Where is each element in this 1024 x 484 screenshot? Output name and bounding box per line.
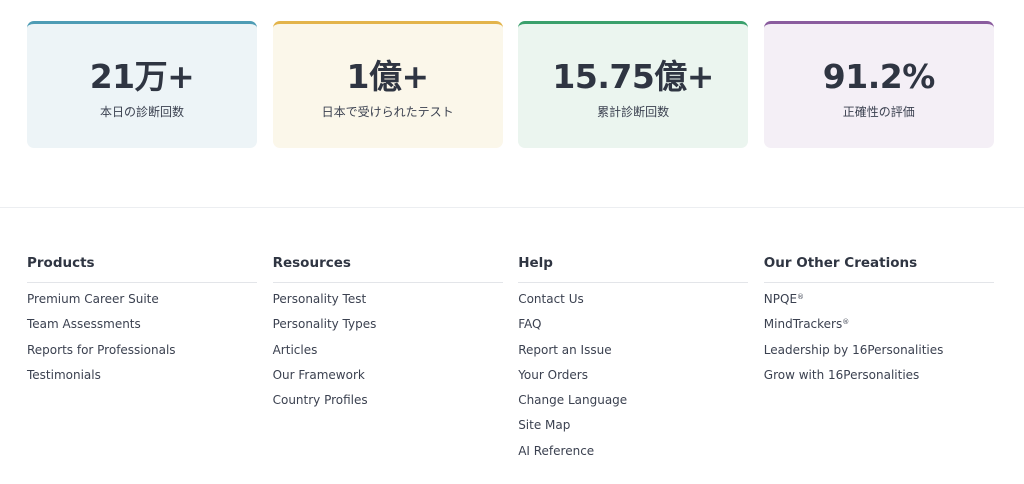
footer-link-reports-for-professionals[interactable]: Reports for Professionals	[27, 342, 257, 359]
footer-link-text[interactable]: Premium Career Suite	[27, 292, 159, 306]
footer-link-personality-test[interactable]: Personality Test	[273, 291, 503, 308]
footer-link-list: NPQE® MindTrackers® Leadership by 16Pers…	[764, 291, 994, 384]
footer-link-our-framework[interactable]: Our Framework	[273, 367, 503, 384]
footer-link-text[interactable]: FAQ	[518, 317, 541, 331]
footer-link-text[interactable]: Team Assessments	[27, 317, 141, 331]
footer-link-text[interactable]: MindTrackers	[764, 317, 842, 331]
stat-card-total-tests: 15.75億+ 累計診断回数	[518, 21, 749, 148]
footer-link-npqe[interactable]: NPQE®	[764, 291, 994, 308]
footer-link-your-orders[interactable]: Your Orders	[518, 367, 748, 384]
stats-section: 21万+ 本日の診断回数 1億+ 日本で受けられたテスト 15.75億+ 累計診…	[27, 21, 994, 148]
stat-label: 本日の診断回数	[99, 105, 184, 119]
stat-value: 21万+	[89, 57, 195, 96]
registered-mark: ®	[842, 318, 850, 327]
footer-link-text[interactable]: Personality Types	[273, 317, 377, 331]
page: 21万+ 本日の診断回数 1億+ 日本で受けられたテスト 15.75億+ 累計診…	[0, 0, 1024, 484]
footer-link-text[interactable]: AI Reference	[518, 444, 594, 458]
footer-link-list: Premium Career Suite Team Assessments Re…	[27, 291, 257, 384]
footer-column-title: Help	[518, 254, 749, 283]
section-divider	[0, 207, 1024, 208]
footer-link-text[interactable]: Your Orders	[518, 368, 588, 382]
footer-link-site-map[interactable]: Site Map	[518, 417, 748, 434]
footer-link-leadership[interactable]: Leadership by 16Personalities	[764, 342, 994, 359]
footer-column-help: Help Contact Us FAQ Report an Issue Your…	[518, 254, 749, 468]
footer-column-other-creations: Our Other Creations NPQE® MindTrackers® …	[763, 254, 994, 468]
stat-card-daily-tests: 21万+ 本日の診断回数	[27, 21, 257, 148]
registered-mark: ®	[797, 293, 805, 301]
stat-label: 正確性の評価	[842, 105, 915, 119]
stat-label: 累計診断回数	[597, 105, 670, 119]
footer-column-title: Our Other Creations	[763, 254, 994, 283]
footer-link-text[interactable]: Articles	[273, 343, 318, 357]
footer-link-grow[interactable]: Grow with 16Personalities	[764, 367, 994, 384]
footer-link-premium-career-suite[interactable]: Premium Career Suite	[27, 291, 257, 308]
footer-link-text[interactable]: Personality Test	[273, 292, 367, 306]
stat-card-accuracy: 91.2% 正確性の評価	[763, 21, 994, 148]
stat-value: 15.75億+	[552, 57, 714, 96]
footer-column-title: Products	[27, 254, 257, 283]
stat-value: 1億+	[346, 57, 430, 96]
footer-link-text[interactable]: Country Profiles	[273, 393, 368, 407]
footer-link-text[interactable]: Change Language	[518, 393, 627, 407]
footer-link-personality-types[interactable]: Personality Types	[273, 316, 503, 333]
footer-link-text[interactable]: Our Framework	[273, 368, 365, 382]
footer-column-title: Resources	[272, 254, 503, 283]
stat-label: 日本で受けられたテスト	[321, 105, 454, 119]
footer-link-contact-us[interactable]: Contact Us	[518, 291, 748, 308]
footer-link-text[interactable]: Reports for Professionals	[27, 343, 176, 357]
footer-link-country-profiles[interactable]: Country Profiles	[273, 392, 503, 409]
stat-card-japan-tests: 1億+ 日本で受けられたテスト	[272, 21, 503, 148]
footer-link-faq[interactable]: FAQ	[518, 316, 748, 333]
footer-link-articles[interactable]: Articles	[273, 342, 503, 359]
footer-link-list: Personality Test Personality Types Artic…	[273, 291, 503, 409]
footer-link-text[interactable]: Report an Issue	[518, 343, 611, 357]
footer-link-report-an-issue[interactable]: Report an Issue	[518, 342, 748, 359]
footer-column-resources: Resources Personality Test Personality T…	[272, 254, 503, 468]
footer-link-ai-reference[interactable]: AI Reference	[518, 443, 748, 460]
footer-link-text[interactable]: Leadership by 16Personalities	[764, 343, 944, 357]
footer-link-list: Contact Us FAQ Report an Issue Your Orde…	[518, 291, 748, 460]
footer-link-text[interactable]: NPQE	[764, 292, 797, 306]
footer-link-text[interactable]: Site Map	[518, 418, 570, 432]
site-footer: Products Premium Career Suite Team Asses…	[27, 254, 994, 468]
footer-link-text[interactable]: Contact Us	[518, 292, 584, 306]
footer-link-change-language[interactable]: Change Language	[518, 392, 748, 409]
footer-link-mindtrackers[interactable]: MindTrackers®	[764, 316, 994, 333]
footer-link-testimonials[interactable]: Testimonials	[27, 367, 257, 384]
footer-link-team-assessments[interactable]: Team Assessments	[27, 316, 257, 333]
footer-link-text[interactable]: Grow with 16Personalities	[764, 368, 920, 382]
footer-column-products: Products Premium Career Suite Team Asses…	[27, 254, 257, 468]
stat-value: 91.2%	[822, 57, 936, 96]
footer-link-text[interactable]: Testimonials	[27, 368, 101, 382]
